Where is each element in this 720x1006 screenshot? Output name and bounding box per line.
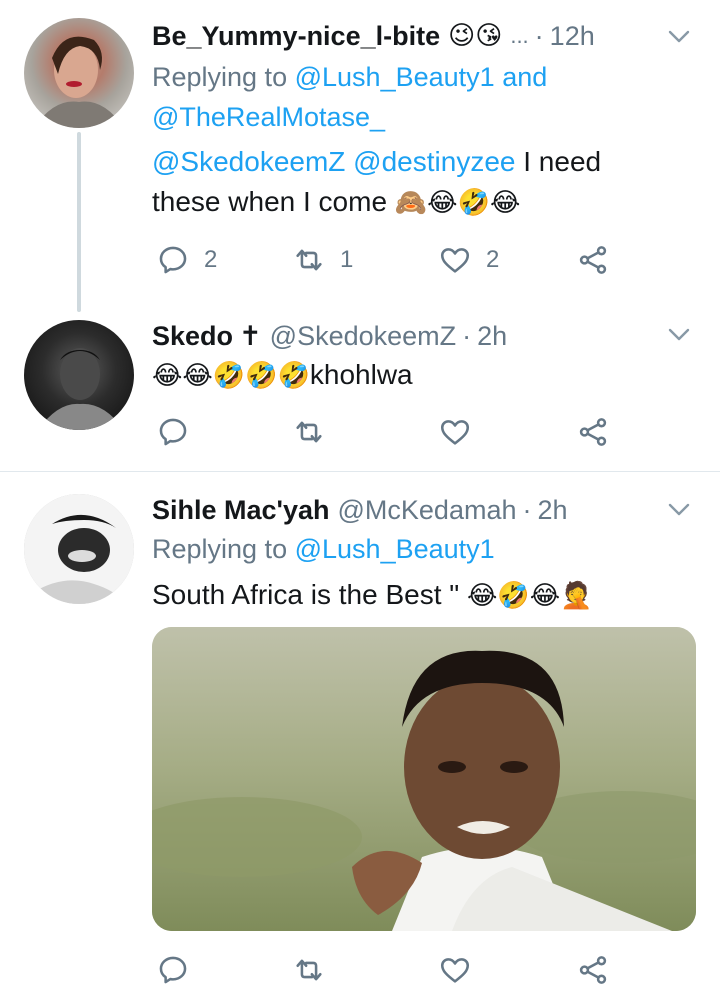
retweet-icon	[296, 249, 322, 271]
retweet-button[interactable]: 1	[292, 240, 353, 280]
like-button[interactable]	[438, 412, 472, 452]
reply-count: 2	[204, 246, 218, 273]
share-button[interactable]	[576, 412, 610, 452]
reply-icon	[159, 418, 187, 446]
tweet-actions	[152, 950, 622, 990]
heart-icon	[440, 958, 470, 983]
timestamp[interactable]: 2h	[537, 495, 567, 526]
reply-button[interactable]	[156, 412, 190, 452]
timestamp[interactable]: 2h	[477, 321, 507, 352]
name-ellipsis: ...	[510, 23, 529, 48]
user-handle[interactable]: @McKedamah	[338, 495, 517, 526]
tweet-header: Sihle Mac'yah @McKedamah · 2h	[152, 490, 700, 530]
timestamp[interactable]: 12h	[550, 21, 595, 52]
tweet-header: Be_Yummy-nice_l-bite 😉😘 ... · 12h	[152, 16, 700, 56]
reply-icon	[159, 246, 187, 274]
reply-button[interactable]	[156, 950, 190, 990]
share-icon	[579, 956, 607, 984]
like-count: 2	[486, 246, 500, 273]
avatar[interactable]	[24, 18, 134, 128]
tweet-2[interactable]: Skedo ✝ @SkedokeemZ · 2h 😂😂🤣🤣🤣khohlwa	[0, 300, 720, 470]
replying-to: Replying to @Lush_Beauty1 and @TheRealMo…	[152, 57, 690, 137]
mention-link[interactable]: @Lush_Beauty1	[295, 62, 495, 92]
tweet-text: @SkedokeemZ @destinyzee I need these whe…	[152, 142, 690, 223]
tweet-media-image[interactable]	[152, 627, 696, 931]
text-fragment: these when I come	[152, 186, 388, 217]
user-handle[interactable]: @SkedokeemZ	[270, 321, 456, 352]
mention-link[interactable]: @SkedokeemZ	[152, 146, 345, 177]
text-fragment: South Africa is the Best "	[152, 579, 460, 610]
thread-connector	[77, 132, 81, 312]
share-button[interactable]	[576, 240, 610, 280]
display-name[interactable]: Sihle Mac'yah	[152, 495, 330, 526]
replying-prefix: Replying to	[152, 534, 288, 564]
like-button[interactable]: 2	[438, 240, 499, 280]
retweet-icon	[296, 959, 322, 981]
display-name[interactable]: Skedo	[152, 321, 233, 352]
retweet-button[interactable]	[292, 950, 326, 990]
text-fragment: khohlwa	[309, 359, 413, 390]
share-icon	[579, 418, 607, 446]
tweet-actions: 2 1 2	[152, 240, 622, 280]
share-button[interactable]	[576, 950, 610, 990]
like-button[interactable]	[438, 950, 472, 990]
separator-dot: ·	[462, 320, 472, 351]
reply-button[interactable]: 2	[156, 240, 217, 280]
share-icon	[579, 246, 607, 274]
retweet-count: 1	[340, 246, 354, 273]
tweet-text: South Africa is the Best " 😂🤣😂🤦	[152, 575, 690, 616]
retweet-icon	[296, 421, 322, 443]
text-emojis: 😂😂🤣🤣🤣	[152, 361, 310, 391]
mention-link[interactable]: @Lush_Beauty1	[295, 534, 495, 564]
name-symbol: ✝	[239, 320, 262, 351]
display-name[interactable]: Be_Yummy-nice_l-bite	[152, 21, 440, 52]
tweet-1[interactable]: Be_Yummy-nice_l-bite 😉😘 ... · 12h Replyi…	[0, 0, 720, 312]
separator-dot: ·	[534, 20, 544, 51]
chevron-down-icon[interactable]	[666, 24, 692, 50]
replying-to: Replying to @Lush_Beauty1	[152, 529, 690, 569]
mention-link[interactable]: @destinyzee	[353, 146, 515, 177]
name-emojis: 😉😘	[448, 21, 503, 51]
avatar[interactable]	[24, 494, 134, 604]
tweet-text: 😂😂🤣🤣🤣khohlwa	[152, 355, 690, 396]
text-emojis: 😂🤣😂🤦	[467, 581, 593, 611]
heart-icon	[440, 420, 470, 445]
replying-prefix: Replying to	[152, 62, 288, 92]
replying-and[interactable]: and	[502, 62, 547, 92]
heart-icon	[440, 248, 470, 273]
tweet-header: Skedo ✝ @SkedokeemZ · 2h	[152, 316, 700, 356]
separator-dot: ·	[522, 494, 532, 525]
retweet-button[interactable]	[292, 412, 326, 452]
avatar[interactable]	[24, 320, 134, 430]
chevron-down-icon[interactable]	[666, 322, 692, 348]
chevron-down-icon[interactable]	[666, 497, 692, 523]
text-emojis: 🙈😂🤣😂	[394, 188, 521, 218]
text-fragment: I need	[523, 146, 602, 177]
mention-link[interactable]: @TheRealMotase_	[152, 102, 385, 132]
tweet-actions	[152, 412, 622, 452]
reply-icon	[159, 956, 187, 984]
